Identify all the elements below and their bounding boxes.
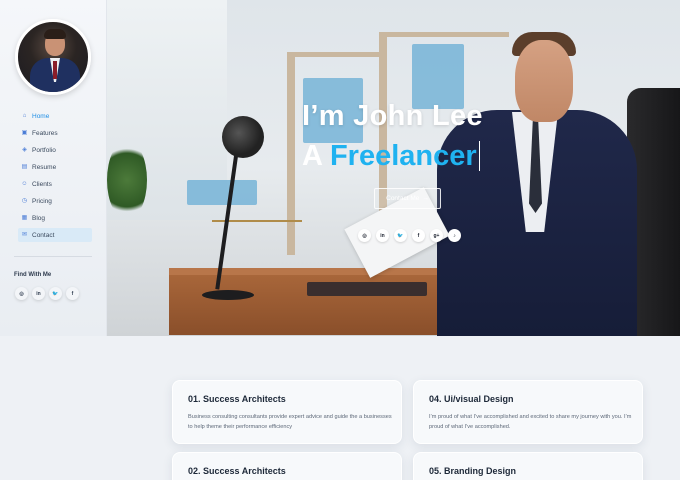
contact-me-label: Contact Me <box>386 195 420 202</box>
linkedin-icon[interactable]: in <box>376 229 389 242</box>
home-icon: ⌂ <box>22 112 27 119</box>
hero-portrait <box>515 40 573 122</box>
arrow-right-icon: → <box>422 195 429 202</box>
sidebar-item-label: Clients <box>32 180 52 188</box>
instagram-icon[interactable]: ◎ <box>15 287 28 300</box>
resume-icon: ▤ <box>21 163 28 170</box>
hero-subtitle-accent: Freelancer <box>329 140 477 172</box>
sidebar-social-links: ◎ in 🐦 f <box>15 287 79 300</box>
desk-lamp <box>222 116 264 158</box>
hero-subtitle-prefix: A <box>302 140 330 172</box>
sidebar-item-home[interactable]: ⌂ Home <box>18 109 92 123</box>
typing-caret <box>478 141 480 171</box>
blog-icon: ▦ <box>21 214 28 221</box>
sidebar-nav: ⌂ Home ▣ Features ◈ Portfolio ▤ Resume ☺… <box>18 109 92 245</box>
service-card[interactable]: 04. Ui/visual Design I’m proud of what I… <box>413 380 643 444</box>
sidebar-item-features[interactable]: ▣ Features <box>18 126 92 140</box>
facebook-icon[interactable]: f <box>66 287 79 300</box>
contact-me-button[interactable]: Contact Me → <box>374 188 441 209</box>
hero-subtitle: A Freelancer <box>302 140 480 173</box>
sidebar-item-resume[interactable]: ▤ Resume <box>18 160 92 174</box>
hero-title: I’m John Lee <box>302 100 483 132</box>
instagram-icon[interactable]: ◎ <box>358 229 371 242</box>
features-icon: ▣ <box>21 129 28 136</box>
clients-icon: ☺ <box>21 180 28 187</box>
sidebar-item-label: Pricing <box>32 197 52 205</box>
service-title: 01. Success Architects <box>188 394 286 404</box>
service-title: 02. Success Architects <box>188 466 286 476</box>
facebook-icon[interactable]: f <box>412 229 425 242</box>
service-card[interactable]: 01. Success Architects Business consulti… <box>172 380 402 444</box>
hero-social-links: ◎ in 🐦 f g+ ♪ <box>358 229 461 242</box>
sidebar-item-contact[interactable]: ✉ Contact <box>18 228 92 242</box>
service-description: Business consulting consultants provide … <box>188 414 392 430</box>
sidebar-item-label: Resume <box>32 163 57 171</box>
sidebar-item-pricing[interactable]: ◷ Pricing <box>18 194 92 208</box>
sidebar-divider <box>14 256 92 257</box>
sidebar-item-portfolio[interactable]: ◈ Portfolio <box>18 143 92 157</box>
sidebar-item-label: Features <box>32 129 58 137</box>
google-plus-icon[interactable]: g+ <box>430 229 443 242</box>
linkedin-icon[interactable]: in <box>32 287 45 300</box>
portfolio-icon: ◈ <box>22 146 27 153</box>
twitter-icon[interactable]: 🐦 <box>394 229 407 242</box>
service-title: 04. Ui/visual Design <box>429 394 514 404</box>
pricing-icon: ◷ <box>21 197 28 204</box>
sidebar: ⌂ Home ▣ Features ◈ Portfolio ▤ Resume ☺… <box>0 0 107 336</box>
sidebar-item-label: Contact <box>32 231 55 239</box>
service-description: I’m proud of what I’ve accomplished and … <box>429 414 632 430</box>
service-title: 05. Branding Design <box>429 466 517 476</box>
service-card[interactable]: 05. Branding Design <box>413 452 643 480</box>
sidebar-item-clients[interactable]: ☺ Clients <box>18 177 92 191</box>
sidebar-item-label: Portfolio <box>32 146 56 154</box>
tiktok-icon[interactable]: ♪ <box>448 229 461 242</box>
sidebar-item-label: Blog <box>32 214 46 222</box>
hero-section: I’m John Lee A Freelancer Contact Me → ◎… <box>107 0 680 336</box>
sidebar-item-label: Home <box>32 112 50 120</box>
sidebar-item-blog[interactable]: ▦ Blog <box>18 211 92 225</box>
service-card[interactable]: 02. Success Architects <box>172 452 402 480</box>
contact-icon: ✉ <box>21 231 28 238</box>
avatar <box>15 19 91 95</box>
plant-decoration <box>107 140 147 220</box>
twitter-icon[interactable]: 🐦 <box>49 287 62 300</box>
find-with-me-title: Find With Me <box>14 272 52 278</box>
